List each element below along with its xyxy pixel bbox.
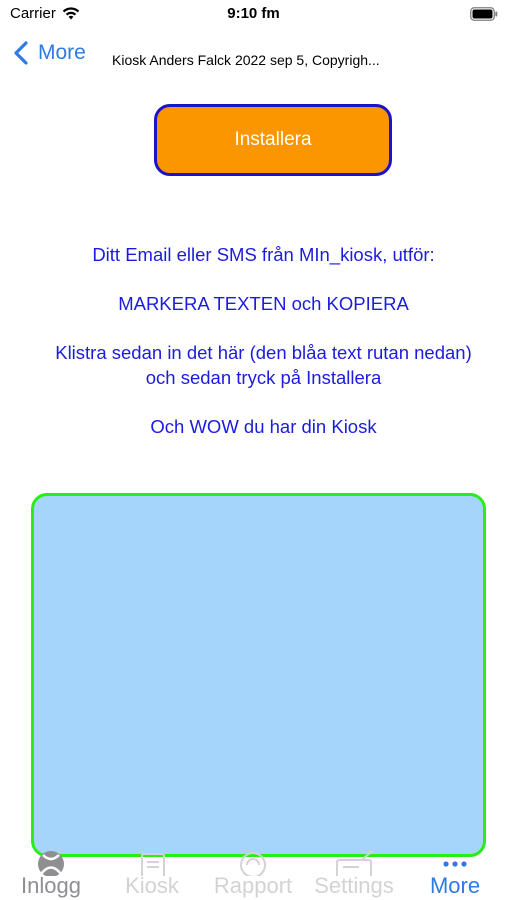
instruction-line: Och WOW du har din Kiosk (150, 416, 377, 437)
report-icon (240, 852, 266, 876)
tab-bar: Inlogg Kiosk Rapport Settings More (0, 842, 507, 900)
tab-settings[interactable]: Settings (304, 842, 404, 900)
back-button[interactable]: More (12, 36, 86, 70)
tab-inlogg[interactable]: Inlogg (1, 842, 101, 900)
tab-more[interactable]: More (405, 842, 505, 900)
battery-icon (470, 7, 498, 21)
more-dots-icon (443, 861, 467, 867)
tab-label: Rapport (213, 873, 293, 898)
instruction-line: MARKERA TEXTEN och KOPIERA (118, 293, 409, 314)
paste-text-area[interactable] (31, 493, 486, 857)
tab-label: Kiosk (125, 873, 179, 898)
tab-label: Inlogg (21, 873, 81, 898)
instruction-line: Ditt Email eller SMS från MIn_kiosk, utf… (92, 244, 435, 265)
settings-icon (336, 850, 373, 876)
tab-kiosk[interactable]: Kiosk (102, 842, 202, 900)
install-button[interactable]: Installera (154, 104, 392, 176)
tab-rapport[interactable]: Rapport (203, 842, 303, 900)
clock: 9:10 fm (227, 5, 280, 22)
tab-label: Settings (314, 873, 394, 898)
chevron-left-icon (14, 41, 28, 65)
page-title: Kiosk Anders Falck 2022 sep 5, Copyrigh.… (112, 52, 380, 68)
navigation-bar: More Kiosk Anders Falck 2022 sep 5, Copy… (0, 30, 507, 78)
tab-label: More (429, 873, 481, 898)
xbox-icon (38, 851, 64, 876)
status-bar: Carrier 9:10 fm (0, 0, 507, 28)
back-label: More (38, 41, 86, 64)
instructions: Ditt Email eller SMS från MIn_kiosk, utf… (40, 242, 487, 463)
document-icon (141, 853, 165, 876)
instruction-line: Klistra sedan in det här (den blåa text … (55, 342, 472, 388)
